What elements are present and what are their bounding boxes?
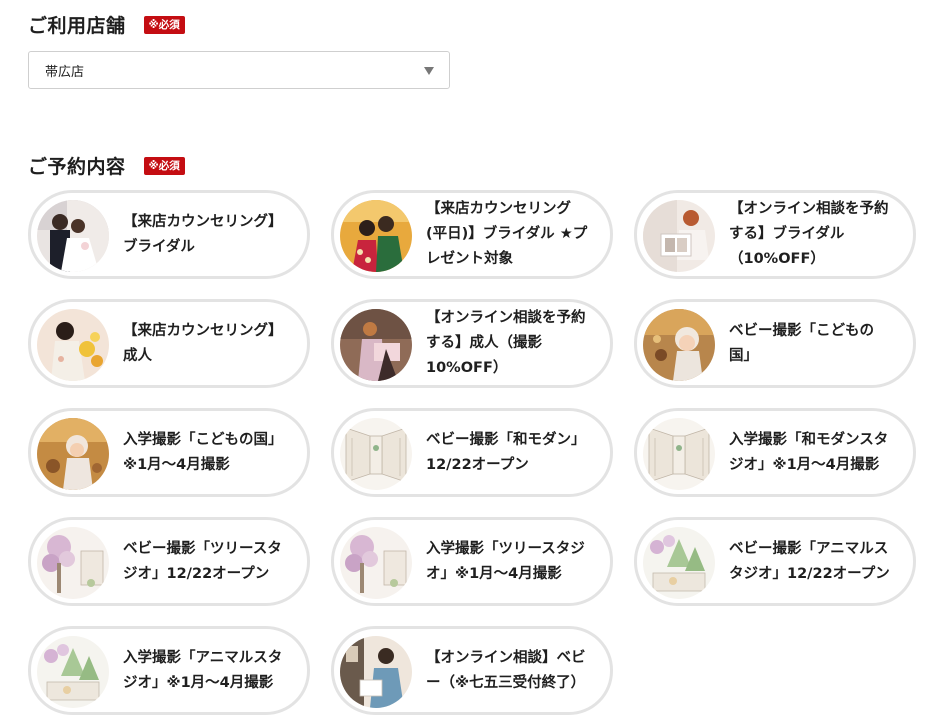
option-label: 【オンライン相談を予約 する】ブライダル （10%OFF） xyxy=(729,201,889,267)
store-section-title: ご利用店舗 xyxy=(28,15,126,37)
option-label: 【来店カウンセリング】 成人 xyxy=(123,322,283,364)
option-label: 【来店カウンセリング】 ブライダル xyxy=(123,213,283,255)
animal-studio-sketch xyxy=(643,527,715,599)
content-section-title: ご予約内容 xyxy=(28,156,126,178)
content-section-header: ご予約内容 ※必須 xyxy=(28,152,185,179)
option-card-baby-tree-studio[interactable]: ベビー撮影「ツリースタ ジオ」12/22オープン xyxy=(28,517,310,606)
option-card-seijin-counseling[interactable]: 【来店カウンセリング】 成人 xyxy=(28,299,310,388)
animal-studio-sketch-2 xyxy=(37,636,109,708)
option-label: 【オンライン相談】ベビ ー（※七五三受付終了） xyxy=(426,649,586,691)
option-label: ベビー撮影「こどもの 国」 xyxy=(729,322,874,364)
option-card-baby-online[interactable]: 【オンライン相談】ベビ ー（※七五三受付終了） xyxy=(331,626,613,715)
option-label: 入学撮影「和モダンスタ ジオ」※1月～4月撮影 xyxy=(729,431,889,473)
store-select[interactable]: 帯広店 xyxy=(28,51,450,89)
option-card-baby-animal-studio[interactable]: ベビー撮影「アニマルス タジオ」12/22オープン xyxy=(634,517,916,606)
dropdown-arrow-icon xyxy=(424,67,434,75)
nyugaku-kodomo-photo xyxy=(37,418,109,490)
option-card-seijin-online[interactable]: 【オンライン相談を予約 する】成人（撮影 10%OFF） xyxy=(331,299,613,388)
option-label: 入学撮影「アニマルスタ ジオ」※1月～4月撮影 xyxy=(123,649,283,691)
seijin-consultation-photo xyxy=(340,309,412,381)
option-card-baby-wa-modern[interactable]: ベビー撮影「和モダン」 12/22オープン xyxy=(331,408,613,497)
option-card-bridal-online[interactable]: 【オンライン相談を予約 する】ブライダル （10%OFF） xyxy=(634,190,916,279)
option-card-nyugaku-animal-studio[interactable]: 入学撮影「アニマルスタ ジオ」※1月～4月撮影 xyxy=(28,626,310,715)
online-consult-photo xyxy=(340,636,412,708)
required-badge: ※必須 xyxy=(143,15,185,34)
wa-modern-studio-sketch xyxy=(340,418,412,490)
option-card-bridal-counseling-weekday[interactable]: 【来店カウンセリング (平日)】ブライダル ★プ レゼント対象 xyxy=(331,190,613,279)
option-card-nyugaku-tree-studio[interactable]: 入学撮影「ツリースタジ オ」※1月～4月撮影 xyxy=(331,517,613,606)
tree-studio-sketch-2 xyxy=(340,527,412,599)
tree-studio-sketch xyxy=(37,527,109,599)
furisode-photo xyxy=(37,309,109,381)
consultation-photo xyxy=(643,200,715,272)
option-card-nyugaku-kodomo[interactable]: 入学撮影「こどもの国」 ※1月～4月撮影 xyxy=(28,408,310,497)
option-label: 入学撮影「こどもの国」 ※1月～4月撮影 xyxy=(123,431,283,473)
option-label: ベビー撮影「和モダン」 12/22オープン xyxy=(426,431,586,473)
option-label: ベビー撮影「アニマルス タジオ」12/22オープン xyxy=(729,540,890,582)
baby-kodomo-photo xyxy=(643,309,715,381)
store-section-header: ご利用店舗 ※必須 xyxy=(28,11,185,38)
option-label: 【来店カウンセリング (平日)】ブライダル ★プ レゼント対象 xyxy=(426,201,588,267)
option-card-baby-kodomo[interactable]: ベビー撮影「こどもの 国」 xyxy=(634,299,916,388)
option-label: ベビー撮影「ツリースタ ジオ」12/22オープン xyxy=(123,540,282,582)
store-select-value: 帯広店 xyxy=(45,64,85,80)
option-card-nyugaku-wa-modern[interactable]: 入学撮影「和モダンスタ ジオ」※1月～4月撮影 xyxy=(634,408,916,497)
required-badge: ※必須 xyxy=(143,156,185,175)
option-card-bridal-counseling[interactable]: 【来店カウンセリング】 ブライダル xyxy=(28,190,310,279)
wa-modern-studio-sketch-2 xyxy=(643,418,715,490)
kimono-couple-photo xyxy=(340,200,412,272)
wedding-couple-photo xyxy=(37,200,109,272)
reservation-options-grid: 【来店カウンセリング】 ブライダル 【来店カウンセリング (平日)】ブライダル … xyxy=(28,190,916,715)
option-label: 【オンライン相談を予約 する】成人（撮影 10%OFF） xyxy=(426,310,586,376)
option-label: 入学撮影「ツリースタジ オ」※1月～4月撮影 xyxy=(426,540,585,582)
